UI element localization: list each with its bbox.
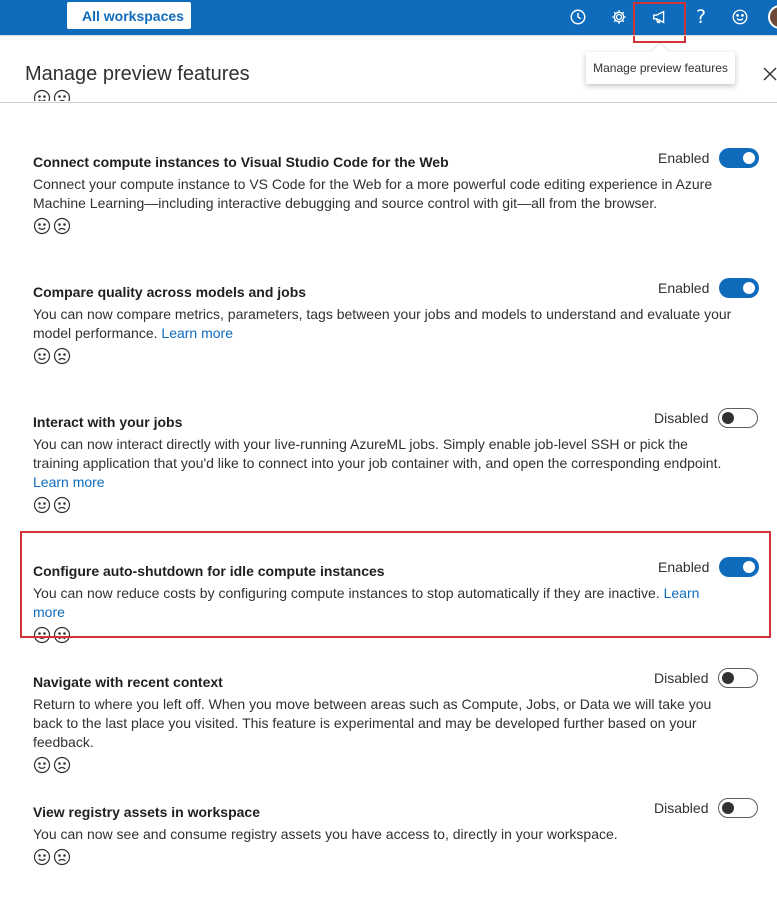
feature-description: Return to where you left off. When you m… — [33, 695, 733, 752]
smile-feedback-icon[interactable] — [33, 848, 51, 866]
feature-description: You can now interact directly with your … — [33, 435, 733, 492]
toggle-knob — [722, 802, 735, 814]
frown-feedback-icon[interactable] — [53, 626, 71, 644]
smile-feedback-icon[interactable] — [33, 89, 51, 101]
megaphone-icon[interactable] — [649, 6, 671, 28]
feature-row: View registry assets in workspace You can… — [33, 803, 758, 866]
feature-title: Navigate with recent context — [33, 674, 223, 690]
toggle-status-label: Disabled — [654, 670, 709, 686]
learn-more-link[interactable]: Learn more — [161, 325, 233, 341]
history-icon[interactable] — [567, 6, 589, 28]
feature-description: Connect your compute instance to VS Code… — [33, 175, 733, 213]
feature-title: Configure auto-shutdown for idle compute… — [33, 563, 385, 579]
feature-title: Compare quality across models and jobs — [33, 284, 307, 300]
feature-title: Interact with your jobs — [33, 414, 183, 430]
tooltip: Manage preview features — [586, 52, 735, 84]
toggle-knob — [743, 561, 756, 573]
feature-toggle-group: Disabled — [654, 668, 759, 688]
feature-toggle-group: Enabled — [658, 278, 760, 298]
help-icon[interactable]: ? — [690, 6, 712, 28]
feature-toggle[interactable] — [718, 408, 759, 428]
feature-toggle[interactable] — [718, 668, 759, 688]
feature-toggle-group: Enabled — [658, 148, 760, 168]
all-workspaces-button[interactable]: All workspaces — [67, 2, 191, 29]
feature-toggle-group: Enabled — [658, 557, 760, 577]
toggle-status-label: Enabled — [658, 150, 710, 166]
feature-toggle[interactable] — [719, 557, 760, 577]
feature-row: Configure auto-shutdown for idle compute… — [33, 562, 758, 644]
toggle-status-label: Disabled — [654, 800, 709, 816]
toggle-knob — [743, 152, 756, 164]
top-bar: All workspaces ? — [0, 0, 777, 35]
feature-description-text: Connect your compute instance to VS Code… — [33, 176, 713, 211]
smiley-icon[interactable] — [729, 6, 751, 28]
feedback-faces — [33, 756, 758, 774]
smile-feedback-icon[interactable] — [33, 347, 51, 365]
feedback-faces — [33, 347, 758, 365]
feature-toggle[interactable] — [719, 148, 760, 168]
toggle-status-label: Disabled — [654, 410, 709, 426]
frown-feedback-icon[interactable] — [53, 217, 71, 235]
panel-title: Manage preview features — [25, 63, 250, 85]
feature-row: Connect compute instances to Visual Stud… — [33, 153, 758, 235]
feature-description-text: You can now compare metrics, parameters,… — [33, 306, 732, 341]
feature-description: You can now see and consume registry ass… — [33, 825, 733, 844]
frown-feedback-icon[interactable] — [53, 496, 71, 514]
toggle-status-label: Enabled — [658, 280, 710, 296]
toggle-status-label: Enabled — [658, 559, 710, 575]
frown-feedback-icon[interactable] — [53, 848, 71, 866]
feature-toggle-group: Disabled — [654, 408, 759, 428]
feature-toggle[interactable] — [719, 278, 760, 298]
feature-toggle-group: Disabled — [654, 798, 759, 818]
feedback-faces — [33, 848, 758, 866]
feature-description: You can now reduce costs by configuring … — [33, 584, 733, 622]
toggle-knob — [722, 672, 735, 684]
feature-row: Compare quality across models and jobs Yo… — [33, 283, 758, 365]
smile-feedback-icon[interactable] — [33, 496, 51, 514]
frown-feedback-icon[interactable] — [53, 347, 71, 365]
panel-edge — [0, 35, 777, 36]
close-icon[interactable] — [762, 66, 777, 82]
smile-feedback-icon[interactable] — [33, 756, 51, 774]
smile-feedback-icon[interactable] — [33, 217, 51, 235]
feedback-faces-partial — [33, 89, 71, 101]
learn-more-link[interactable]: Learn more — [33, 474, 105, 490]
feature-description-text: You can now see and consume registry ass… — [33, 826, 618, 842]
feedback-faces — [33, 217, 758, 235]
smile-feedback-icon[interactable] — [33, 626, 51, 644]
feature-description-text: You can now interact directly with your … — [33, 436, 722, 471]
gear-icon[interactable] — [608, 6, 630, 28]
feature-title: View registry assets in workspace — [33, 804, 260, 820]
frown-feedback-icon[interactable] — [53, 756, 71, 774]
feedback-faces — [33, 626, 758, 644]
feature-title: Connect compute instances to Visual Stud… — [33, 154, 449, 170]
header-divider — [0, 102, 777, 103]
feature-description-text: You can now reduce costs by configuring … — [33, 585, 660, 601]
frown-feedback-icon[interactable] — [53, 89, 71, 101]
avatar[interactable] — [768, 5, 777, 29]
toggle-knob — [722, 412, 735, 424]
feature-row: Interact with your jobs You can now inter… — [33, 413, 758, 514]
feature-description: You can now compare metrics, parameters,… — [33, 305, 733, 343]
toggle-knob — [743, 282, 756, 294]
feature-row: Navigate with recent context Return to wh… — [33, 673, 758, 774]
feedback-faces — [33, 496, 758, 514]
feature-description-text: Return to where you left off. When you m… — [33, 696, 712, 750]
feature-toggle[interactable] — [718, 798, 759, 818]
